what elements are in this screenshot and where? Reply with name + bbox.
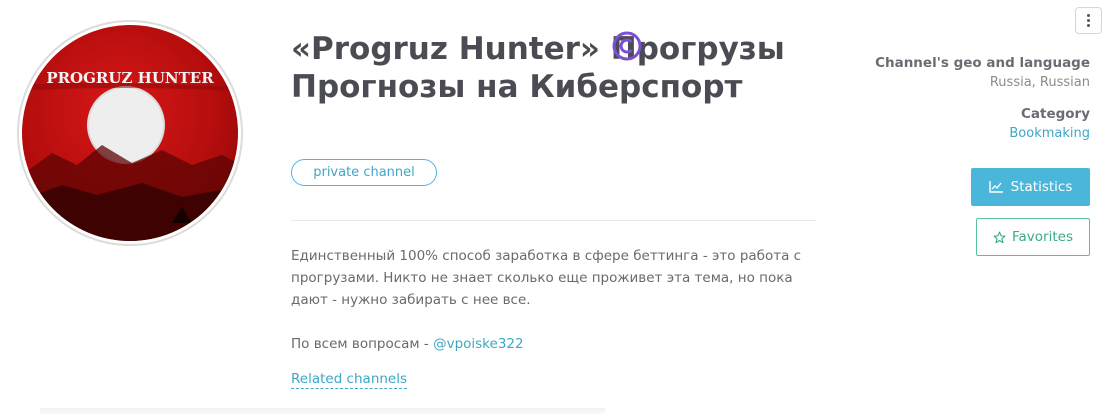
contact-link[interactable]: @vpoiske322 <box>433 336 524 352</box>
category-label: Category <box>1020 106 1090 122</box>
avatar-logo-text: PROGRUZ HUNTER <box>46 69 214 87</box>
section-bottom-edge <box>40 408 605 414</box>
vertical-dots-icon <box>1087 14 1090 17</box>
channel-description: Единственный 100% способ заработка в сфе… <box>291 245 816 355</box>
favorites-label: Favorites <box>1012 229 1073 245</box>
channel-avatar: PROGRUZ HUNTER <box>17 20 243 246</box>
geo-label: Channel's geo and language <box>875 55 1090 71</box>
statistics-button[interactable]: Statistics <box>971 168 1090 206</box>
category-info: Category Bookmaking <box>1009 106 1090 141</box>
geo-value: Russia, Russian <box>989 75 1090 90</box>
description-text: Единственный 100% способ заработка в сфе… <box>291 248 802 308</box>
avatar-image: PROGRUZ HUNTER <box>22 25 238 241</box>
category-link[interactable]: Bookmaking <box>1009 126 1090 141</box>
private-channel-badge: private channel <box>291 159 437 186</box>
channel-title: «Progruz Hunter» Прогрузы Прогнозы на Ки… <box>291 30 811 106</box>
copyright-circle-icon <box>612 31 642 61</box>
favorites-button[interactable]: Favorites <box>976 218 1090 256</box>
contact-prefix: По всем вопросам - <box>291 336 434 352</box>
line-chart-icon <box>988 181 1003 193</box>
contact-line: По всем вопросам - @vpoiske322 <box>291 333 816 355</box>
star-outline-icon <box>993 231 1006 243</box>
statistics-label: Statistics <box>1010 179 1073 195</box>
more-menu-button[interactable] <box>1075 7 1102 34</box>
avatar-artwork: PROGRUZ HUNTER <box>22 69 238 241</box>
geo-info: Channel's geo and language Russia, Russi… <box>875 55 1090 90</box>
title-block: «Progruz Hunter» Прогрузы Прогнозы на Ки… <box>291 30 811 106</box>
related-channels-link[interactable]: Related channels <box>291 370 408 389</box>
divider <box>291 220 816 221</box>
channel-title-text: «Progruz Hunter» Прогрузы Прогнозы на Ки… <box>291 31 785 105</box>
